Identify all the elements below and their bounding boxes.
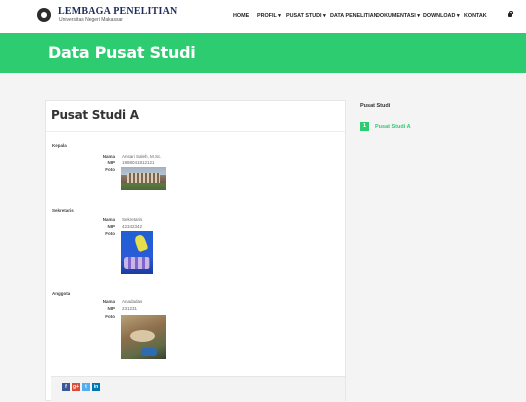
field-value-nip: 231231: [122, 306, 138, 311]
site-title[interactable]: LEMBAGA PENELITIAN: [58, 6, 177, 17]
linkedin-icon[interactable]: in: [92, 383, 100, 391]
lock-icon[interactable]: [508, 10, 513, 17]
card-divider: [46, 131, 345, 132]
nav-kontak[interactable]: KONTAK: [464, 13, 487, 19]
nav-home[interactable]: HOME: [233, 13, 249, 19]
section-label-kepala: Kepala: [52, 143, 67, 148]
field-key-foto: Foto: [105, 314, 115, 319]
sidebar-title: Pusat Studi: [360, 103, 391, 109]
nav-dokumentasi[interactable]: DOKUMENTASI ▾: [376, 13, 420, 19]
google-plus-icon[interactable]: g+: [72, 383, 80, 391]
field-key-foto: Foto: [105, 231, 115, 236]
content-card: [45, 100, 346, 401]
sidebar-item-number: 1: [360, 122, 369, 131]
field-key-nama: Nama: [102, 217, 115, 222]
anggota-photo: [121, 315, 166, 359]
site-subtitle: Universitas Negeri Makassar: [59, 17, 123, 23]
twitter-icon[interactable]: t: [82, 383, 90, 391]
sidebar-item-pusat-studi-a[interactable]: Pusat Studi A: [375, 124, 411, 130]
field-key-foto: Foto: [105, 167, 115, 172]
nav-data-penelitian[interactable]: DATA PENELITIAN: [330, 13, 378, 19]
field-value-nama: Ansari Saleh, M.Sc.: [122, 154, 162, 159]
card-title: Pusat Studi A: [51, 108, 139, 122]
field-value-nip: 42342342: [122, 224, 143, 229]
section-label-sekretaris: Sekretaris: [52, 208, 74, 213]
field-key-nip: NIP: [107, 160, 115, 165]
page-title: Data Pusat Studi: [48, 43, 196, 62]
facebook-icon[interactable]: f: [62, 383, 70, 391]
nav-download[interactable]: DOWNLOAD ▾: [423, 13, 460, 19]
sekretaris-photo: [121, 231, 153, 274]
section-label-anggota: Anggota: [52, 291, 71, 296]
field-value-nama: Sekretaris: [122, 217, 143, 222]
kepala-photo: [121, 167, 166, 190]
field-key-nama: Nama: [102, 154, 115, 159]
field-key-nip: NIP: [107, 306, 115, 311]
university-logo-icon[interactable]: [37, 8, 51, 22]
field-value-nama: Anadadas: [122, 299, 143, 304]
field-key-nip: NIP: [107, 224, 115, 229]
field-key-nama: Nama: [102, 299, 115, 304]
field-value-nip: 1988041812121: [122, 160, 155, 165]
nav-pusat-studi[interactable]: PUSAT STUDI ▾: [286, 13, 326, 19]
nav-profil[interactable]: PROFIL ▾: [257, 13, 281, 19]
